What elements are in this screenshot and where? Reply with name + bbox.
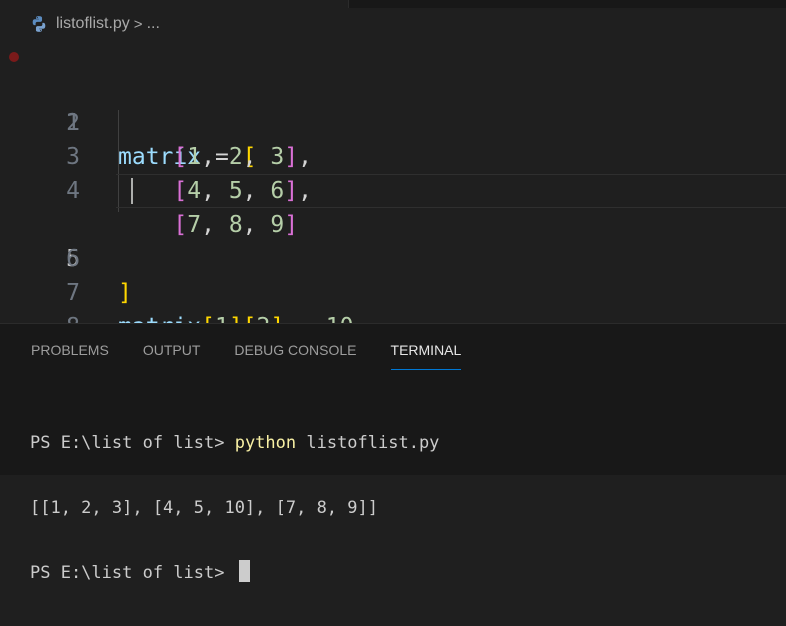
terminal-cursor	[238, 560, 250, 582]
tab-strip	[0, 0, 786, 8]
breadcrumb-more[interactable]: ...	[147, 15, 160, 33]
code-editor[interactable]: 1 matrix = [ 2 [1, 2, 3], 3 [4, 5, 6], 4…	[0, 38, 786, 374]
terminal-output: [[1, 2, 3], [4, 5, 10], [7, 8, 9]]	[30, 498, 378, 518]
python-file-icon	[32, 16, 46, 32]
terminal-prompt: PS E:\list of list>	[30, 563, 235, 583]
terminal-command-args: listoflist.py	[296, 433, 440, 453]
panel-tabs: PROBLEMS OUTPUT DEBUG CONSOLE TERMINAL	[0, 324, 786, 372]
active-editor-tab[interactable]	[0, 0, 349, 8]
terminal-line: PS E:\list of list> python listoflist.py	[30, 431, 439, 456]
current-line-highlight	[116, 174, 786, 208]
breadcrumb: listoflist.py > ...	[30, 13, 160, 35]
code-line-1[interactable]: 1 matrix = [	[0, 38, 786, 170]
tab-problems[interactable]: PROBLEMS	[0, 324, 126, 372]
code-line-4[interactable]: 4 [7, 8, 9]	[0, 140, 786, 238]
text-cursor	[131, 178, 133, 204]
tab-debug-console[interactable]: DEBUG CONSOLE	[217, 324, 373, 372]
code-line-5[interactable]: 5 ]	[0, 174, 786, 306]
tab-output[interactable]: OUTPUT	[126, 324, 218, 372]
chevron-right-icon: >	[133, 15, 143, 33]
terminal-prompt: PS E:\list of list>	[30, 433, 235, 453]
tab-terminal[interactable]: TERMINAL	[374, 324, 479, 372]
terminal-line: PS E:\list of list>	[30, 560, 439, 586]
breakpoint-icon[interactable]	[9, 52, 19, 62]
code-line-3[interactable]: 3 [4, 5, 6],	[0, 106, 786, 204]
terminal-command-program: python	[234, 433, 297, 453]
code-line-2[interactable]: 2 [1, 2, 3],	[0, 72, 786, 170]
code-line-6[interactable]: 6	[0, 208, 786, 272]
terminal[interactable]: PS E:\list of list> python listoflist.py…	[30, 391, 439, 626]
breadcrumb-file[interactable]: listoflist.py	[56, 15, 130, 33]
bottom-panel: PROBLEMS OUTPUT DEBUG CONSOLE TERMINAL P…	[0, 323, 786, 583]
code-line-8[interactable]: 8 print(matrix)	[0, 276, 786, 374]
code-line-7[interactable]: 7 matrix[1][2] = 10	[0, 242, 786, 340]
